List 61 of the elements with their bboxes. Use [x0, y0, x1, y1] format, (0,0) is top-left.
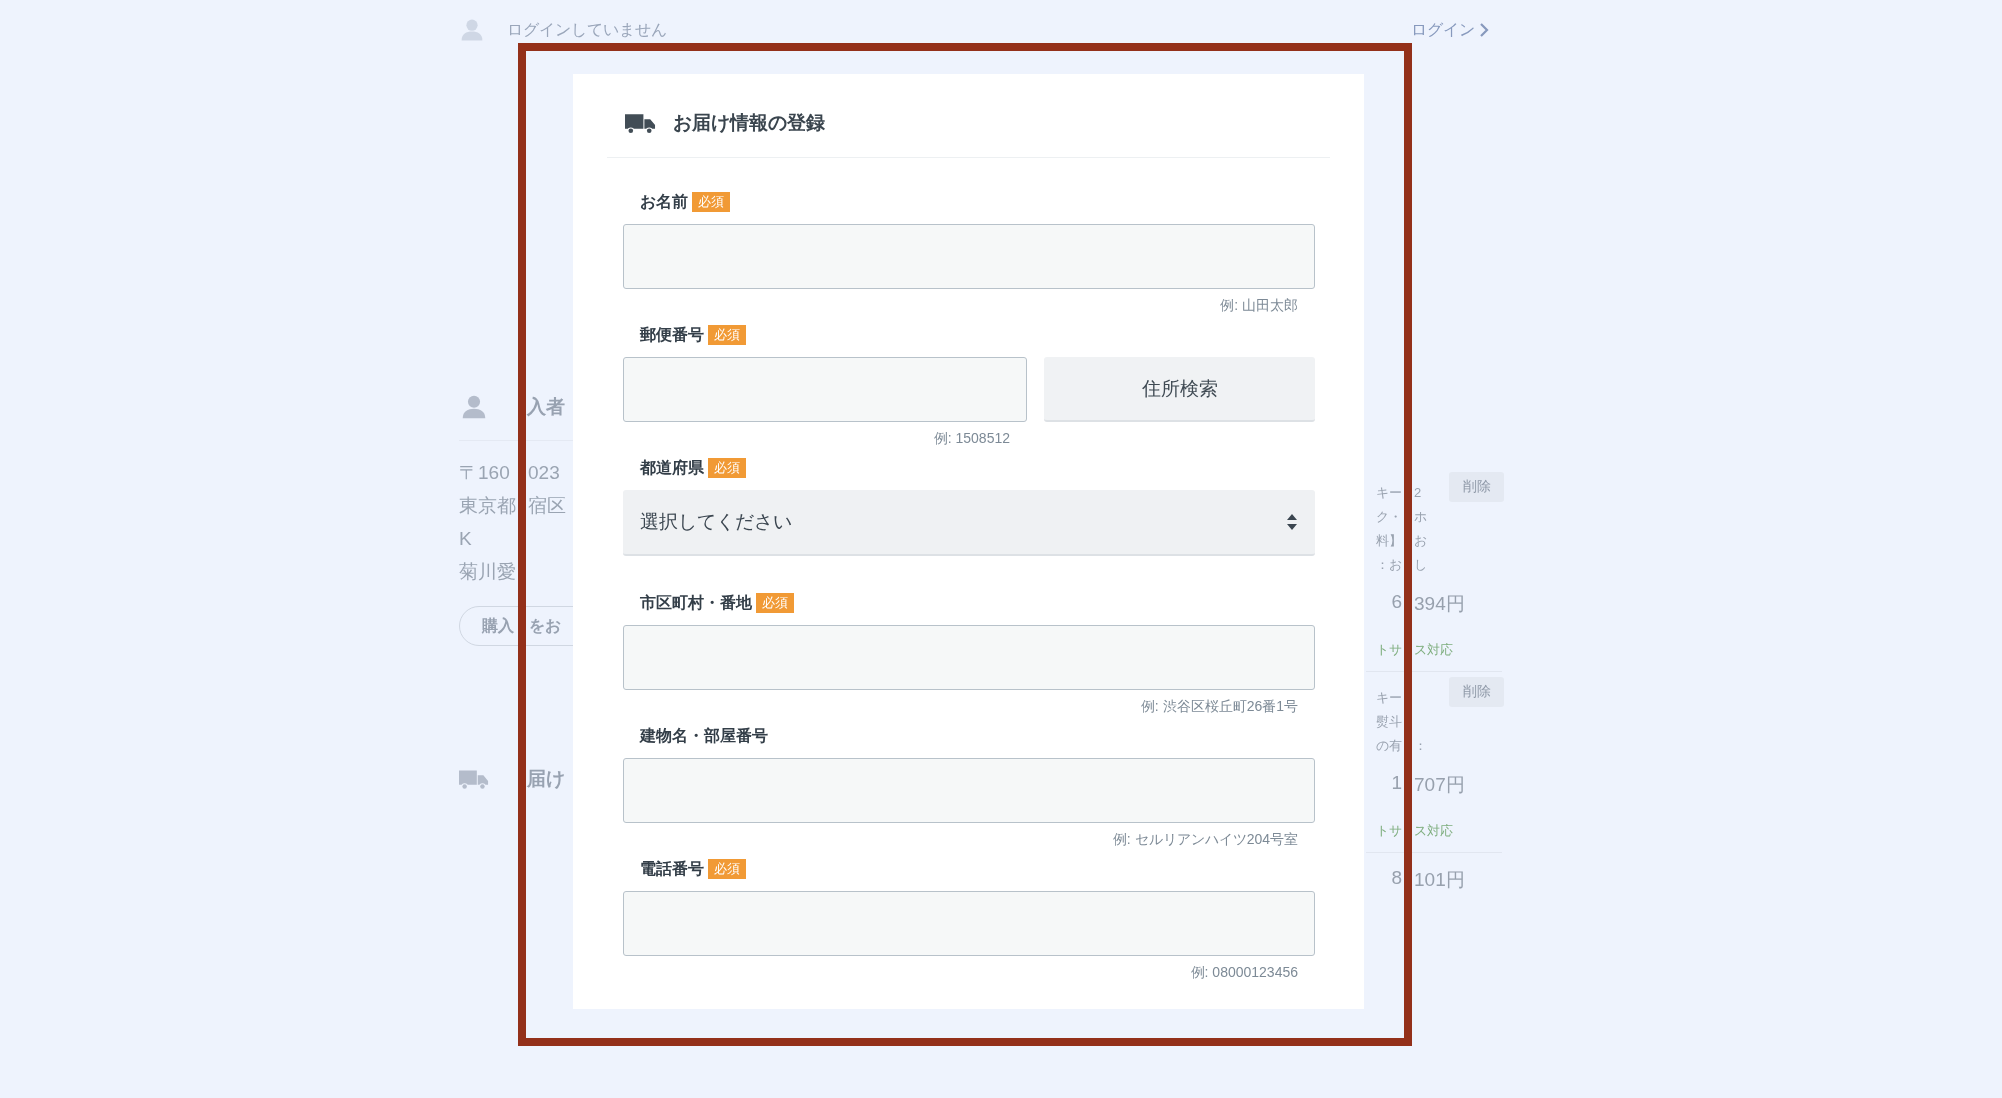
delete-button[interactable]: 削除: [1449, 472, 1504, 502]
item-description: ：お: [1376, 557, 1402, 572]
item-description: 料】: [1376, 533, 1402, 548]
address-line: 宿区: [528, 495, 566, 516]
item-price: 6: [1391, 591, 1402, 612]
text-field[interactable]: [623, 224, 1315, 289]
item-description: ：: [1414, 738, 1427, 753]
item-description: キー: [1376, 690, 1402, 705]
item-description: 2: [1414, 485, 1422, 500]
item-description: お: [1414, 533, 1427, 548]
address-line: K: [459, 528, 472, 549]
login-status: ログインしていません: [507, 19, 667, 40]
section-title: 届け: [527, 767, 565, 791]
user-icon: [459, 18, 485, 42]
dialog-title: お届け情報の登録: [673, 110, 825, 135]
example-hint: 例: 渋谷区桜丘町26番1号: [1140, 698, 1298, 714]
field-label: 電話番号: [640, 858, 704, 879]
item-description: ホ: [1414, 509, 1427, 524]
example-hint: 例: セルリアンハイツ204号室: [1112, 831, 1298, 847]
item-description: の有: [1376, 738, 1402, 753]
sort-arrows-icon: [1286, 512, 1298, 532]
login-link[interactable]: ログイン: [1411, 19, 1489, 41]
item-description: し: [1414, 557, 1427, 572]
postal-code-field[interactable]: [623, 357, 1027, 422]
chevron-right-icon: [1479, 23, 1489, 37]
item-description: 熨斗: [1376, 714, 1402, 729]
field-label: 郵便番号: [640, 324, 704, 345]
address-search-button[interactable]: 住所検索: [1044, 357, 1315, 422]
required-badge: 必須: [692, 192, 730, 212]
item-price: 1: [1391, 772, 1402, 793]
example-hint: 例: 山田太郎: [1220, 297, 1298, 313]
item-price: 394円: [1414, 593, 1465, 614]
item-description: キー: [1376, 485, 1402, 500]
service-note: ス対応: [1414, 642, 1453, 657]
service-note: ス対応: [1414, 823, 1453, 838]
address-line: 023: [528, 462, 560, 483]
field-label: 建物名・部屋番号: [640, 725, 768, 746]
item-price: 707円: [1414, 774, 1465, 795]
prefecture-dropdown[interactable]: 選択してください: [623, 490, 1315, 556]
field-label: お名前: [640, 191, 688, 212]
text-field[interactable]: [623, 758, 1315, 823]
section-title: 入者: [527, 395, 565, 419]
example-hint: 例: 1508512: [933, 430, 1010, 446]
required-badge: 必須: [756, 593, 794, 613]
text-field[interactable]: [623, 625, 1315, 690]
address-line: 〒160: [459, 462, 510, 483]
required-badge: 必須: [708, 859, 746, 879]
item-price: 101円: [1414, 869, 1465, 890]
service-note: トサ: [1376, 642, 1402, 657]
required-badge: 必須: [708, 458, 746, 478]
item-price: 8: [1391, 867, 1402, 888]
example-hint: 例: 08000123456: [1190, 964, 1298, 980]
text-field[interactable]: [623, 891, 1315, 956]
field-label: 都道府県: [640, 457, 704, 478]
address-line: 菊川愛: [459, 561, 516, 582]
required-badge: 必須: [708, 325, 746, 345]
item-description: ク・: [1376, 509, 1402, 524]
delete-button[interactable]: 削除: [1449, 677, 1504, 707]
service-note: トサ: [1376, 823, 1402, 838]
field-label: 市区町村・番地: [640, 592, 752, 613]
address-line: 東京都: [459, 495, 516, 516]
